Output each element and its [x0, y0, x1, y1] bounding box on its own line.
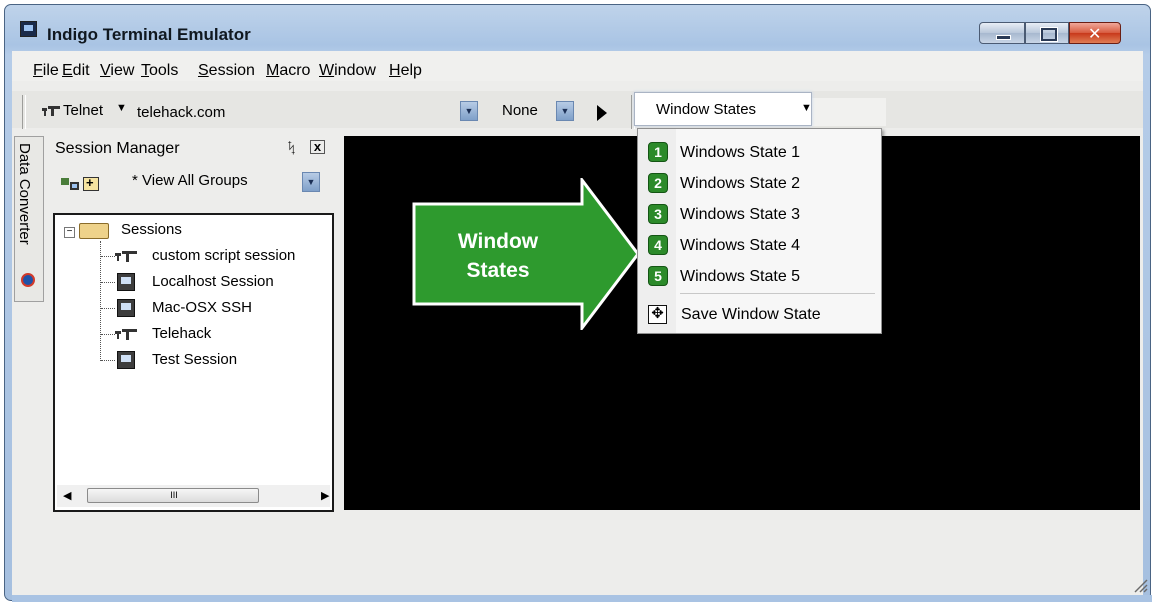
scroll-right-icon[interactable]: ▶ [321, 489, 329, 502]
window-state-item-5[interactable]: 5 Windows State 5 [638, 261, 881, 292]
window-state-item-2[interactable]: 2 Windows State 2 [638, 168, 881, 199]
tree-root[interactable]: Sessions [121, 221, 182, 238]
menu-view[interactable]: View [100, 62, 134, 80]
session-item[interactable]: Test Session [152, 351, 237, 368]
scroll-left-icon[interactable]: ◀ [63, 489, 71, 502]
host-input[interactable] [133, 101, 482, 124]
save-window-state-item[interactable]: ✥ Save Window State [638, 299, 881, 330]
panel-close-icon[interactable]: x [310, 140, 325, 154]
pin-icon[interactable]: ᛪ [287, 140, 296, 157]
window-state-item-1[interactable]: 1 Windows State 1 [638, 137, 881, 168]
tree-branch [101, 308, 115, 309]
menu-window[interactable]: Window [319, 62, 376, 80]
toolbar-grip[interactable] [22, 95, 26, 129]
maximize-button[interactable] [1025, 22, 1069, 44]
window-state-label: Windows State 4 [680, 237, 801, 254]
network-icon [115, 329, 137, 340]
number-4-icon: 4 [648, 235, 668, 255]
host-dropdown-button[interactable]: ▼ [460, 101, 478, 121]
group-filter-dropdown-button[interactable]: ▼ [302, 172, 320, 192]
menu-file[interactable]: File [33, 62, 59, 80]
monitor-icon [117, 299, 135, 317]
window-states-button[interactable]: Window States ▼ [634, 92, 812, 126]
data-converter-tab[interactable]: Data Converter [14, 136, 44, 302]
scroll-thumb[interactable]: III [87, 488, 259, 503]
callout-line-2: States [466, 259, 530, 282]
session-item[interactable]: Mac-OSX SSH [152, 299, 252, 316]
maximize-icon [1040, 27, 1058, 42]
close-icon: ✕ [1088, 24, 1102, 43]
resize-grip-icon[interactable] [1132, 577, 1148, 593]
window-state-label: Windows State 2 [680, 175, 801, 192]
data-converter-label: Data Converter [16, 143, 33, 245]
network-icon [115, 251, 137, 262]
app-icon[interactable] [20, 21, 37, 37]
minimize-icon [996, 35, 1011, 40]
move-arrows-icon: ✥ [648, 305, 667, 324]
horizontal-scrollbar[interactable]: ◀ III ▶ [57, 485, 330, 507]
telnet-icon [42, 106, 60, 116]
title-bar[interactable]: Indigo Terminal Emulator ✕ [5, 5, 1150, 51]
add-group-icon[interactable] [83, 175, 99, 191]
number-3-icon: 3 [648, 204, 668, 224]
window-states-button-backdrop [810, 98, 886, 126]
group-filter[interactable]: * View All Groups [132, 172, 248, 189]
collapse-icon[interactable]: − [64, 227, 75, 238]
callout-line-1: Window [457, 230, 539, 253]
window-states-label: Window States [656, 101, 757, 118]
window-state-label: Windows State 5 [680, 268, 801, 285]
window-state-item-3[interactable]: 3 Windows State 3 [638, 199, 881, 230]
status-bar [12, 595, 1152, 602]
close-button[interactable]: ✕ [1069, 22, 1121, 44]
monitor-icon [117, 351, 135, 369]
tree-branch [101, 282, 115, 283]
window-state-label: Windows State 1 [680, 144, 801, 161]
session-item[interactable]: Telehack [152, 325, 211, 342]
minimize-button[interactable] [979, 22, 1025, 44]
session-tree: − Sessions custom script session Localhos… [53, 213, 334, 512]
macro-selector[interactable]: None [502, 102, 538, 119]
menu-bar [12, 51, 1143, 81]
session-item[interactable]: Localhost Session [152, 273, 274, 290]
tree-branch [101, 360, 115, 361]
save-window-state-label: Save Window State [681, 306, 821, 323]
play-icon[interactable] [597, 105, 607, 121]
monitor-icon [117, 273, 135, 291]
number-1-icon: 1 [648, 142, 668, 162]
callout-label: Window States [433, 227, 563, 285]
data-converter-icon [21, 273, 35, 287]
menu-help[interactable]: Help [389, 62, 422, 80]
window-state-label: Windows State 3 [680, 206, 801, 223]
menu-session[interactable]: Session [198, 62, 255, 80]
number-2-icon: 2 [648, 173, 668, 193]
tree-branch [101, 256, 115, 257]
window-states-menu: 1 Windows State 1 2 Windows State 2 3 Windows… [637, 128, 882, 334]
scroll-grip: III [170, 490, 178, 500]
folder-icon [79, 223, 109, 239]
macro-dropdown-button[interactable]: ▼ [556, 101, 574, 121]
tree-line [100, 241, 101, 361]
session-item[interactable]: custom script session [152, 247, 295, 264]
protocol-dropdown-icon[interactable]: ▼ [116, 102, 127, 114]
chevron-down-icon: ▼ [801, 102, 812, 114]
session-manager-title: Session Manager [55, 140, 180, 157]
menu-macro[interactable]: Macro [266, 62, 310, 80]
connect-sessions-icon[interactable] [61, 176, 79, 192]
window-state-item-4[interactable]: 4 Windows State 4 [638, 230, 881, 261]
menu-edit[interactable]: Edit [62, 62, 90, 80]
menu-separator [680, 293, 875, 294]
toolbar: Telnet ▼ None [12, 91, 1143, 129]
window-title: Indigo Terminal Emulator [47, 25, 251, 44]
protocol-selector[interactable]: Telnet [63, 102, 103, 119]
tree-branch [101, 334, 115, 335]
number-5-icon: 5 [648, 266, 668, 286]
menu-tools[interactable]: Tools [141, 62, 178, 80]
